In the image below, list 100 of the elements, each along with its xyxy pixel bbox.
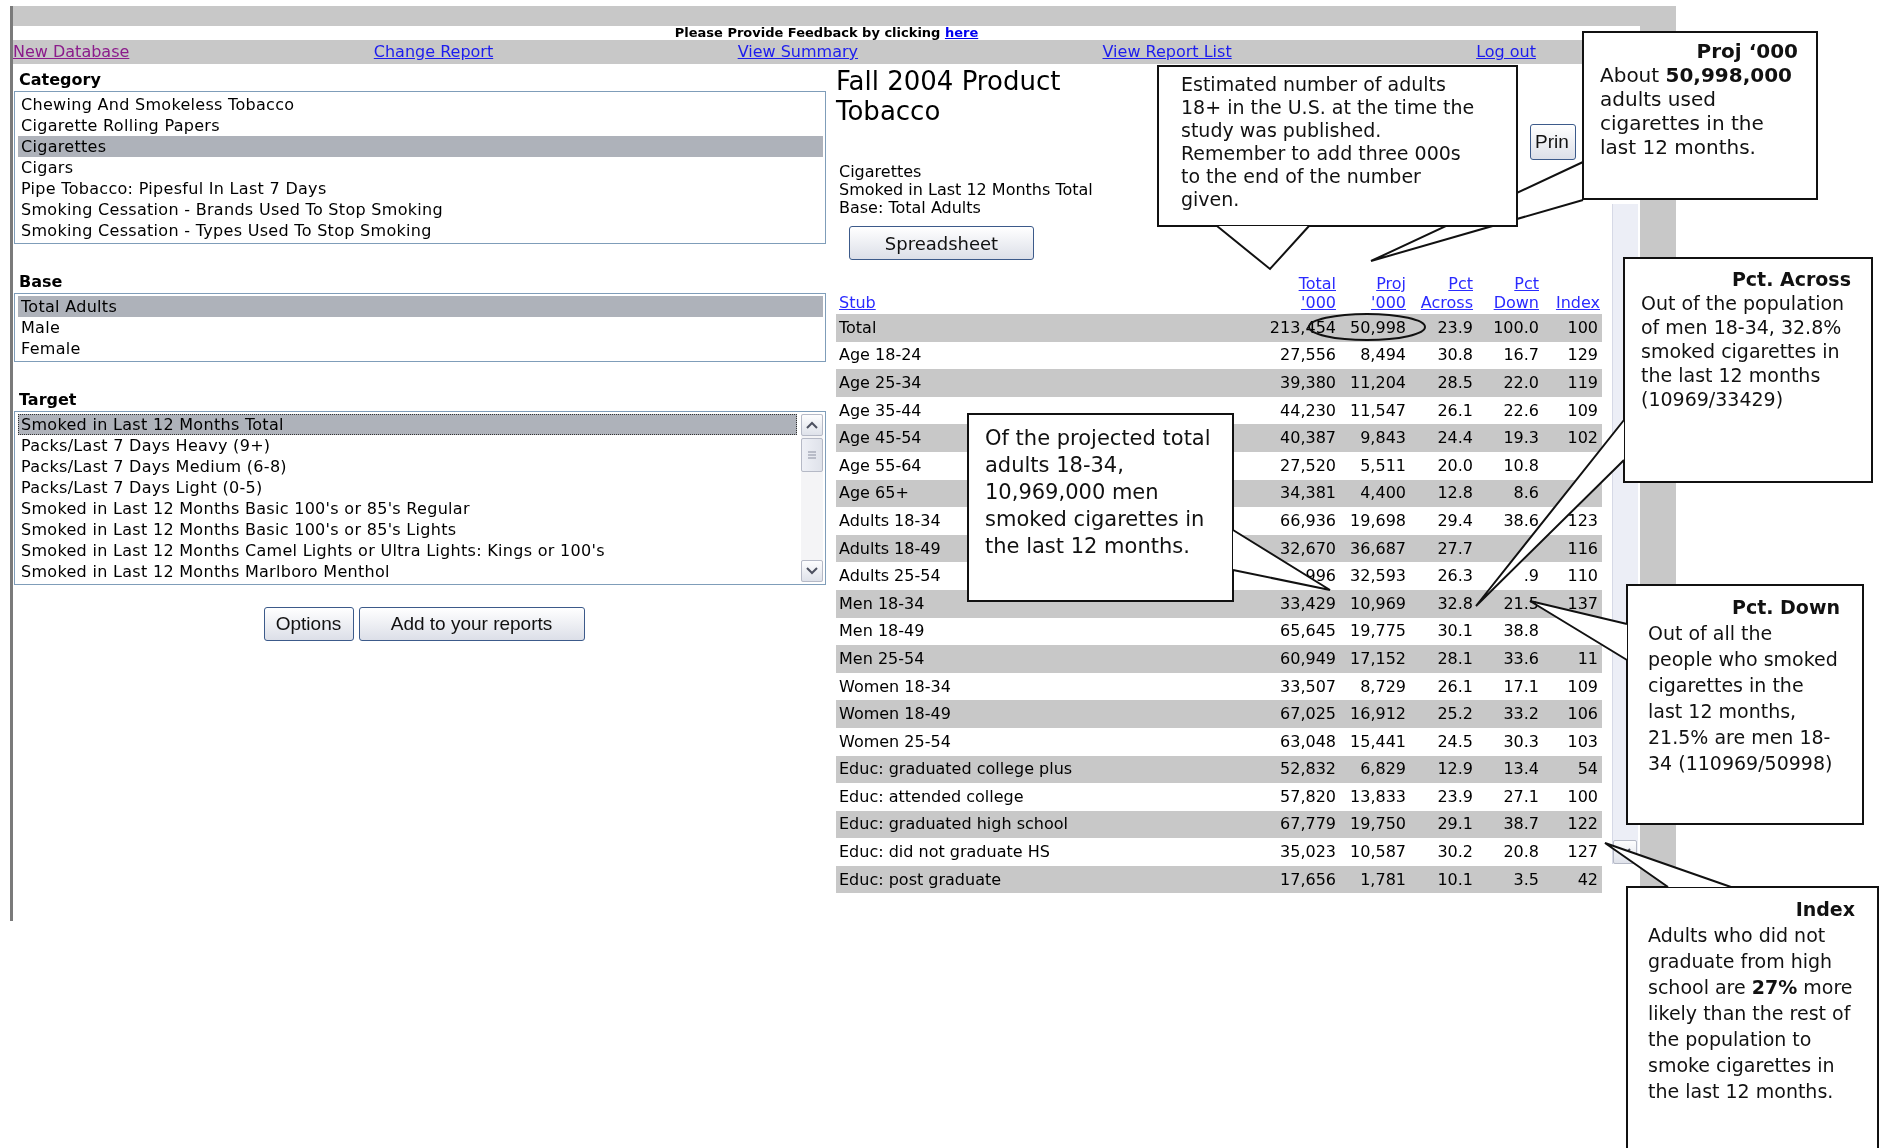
list-option[interactable]: Female xyxy=(18,338,823,359)
spreadsheet-button[interactable]: Spreadsheet xyxy=(849,226,1034,260)
list-option[interactable]: Pipe Tobacco: Pipesful In Last 7 Days xyxy=(18,178,823,199)
list-box[interactable] xyxy=(14,91,826,244)
table-cell: Men 18-49 xyxy=(839,621,925,641)
table-cell: 17,656 xyxy=(1280,869,1336,889)
table-cell: 42 xyxy=(1577,869,1598,889)
table-cell: Age 18-24 xyxy=(839,345,922,365)
grip-icon xyxy=(807,450,817,460)
table-cell: 33.6 xyxy=(1503,648,1539,668)
table-cell: 19,775 xyxy=(1350,621,1406,641)
print-button[interactable]: Prin xyxy=(1530,124,1576,160)
list-option[interactable]: Cigars xyxy=(18,157,823,178)
table-cell: Educ: attended college xyxy=(839,786,1024,806)
column-header-link[interactable]: Total '000 xyxy=(1298,274,1336,312)
add-button[interactable]: Add to your reports xyxy=(358,607,585,641)
table-cell: 25.2 xyxy=(1437,704,1473,724)
table-cell: 60,949 xyxy=(1280,648,1336,668)
column-header-link[interactable]: Pct Down xyxy=(1493,274,1539,312)
list-option[interactable]: Packs/Last 7 Days Medium (6-8) xyxy=(18,456,797,477)
table-cell: 22.6 xyxy=(1503,400,1539,420)
list-option[interactable]: Smoking Cessation - Types Used To Stop Smoking xyxy=(18,220,823,241)
list-box[interactable] xyxy=(14,411,826,585)
table-cell: 63,048 xyxy=(1280,731,1336,751)
table-cell: 12.8 xyxy=(1437,483,1473,503)
table-cell: 26.3 xyxy=(1437,566,1473,586)
table-cell: 15,441 xyxy=(1350,731,1406,751)
nav-link[interactable]: New Database xyxy=(13,40,130,64)
callout-text: Adults who did not graduate from high school are 27% more likely than the rest of the population to smoke cigarettes in the last 12 months. xyxy=(1648,923,1854,1104)
options-button[interactable]: Options xyxy=(263,607,354,641)
table-cell: 129 xyxy=(1567,345,1598,365)
table-cell: 9,843 xyxy=(1360,428,1406,448)
list-option[interactable]: Smoked in Last 12 Months Basic 100's or 85's Lights xyxy=(18,519,797,540)
nav-link[interactable]: View Summary xyxy=(737,40,859,64)
table-cell: 67,025 xyxy=(1280,704,1336,724)
table-cell: 13.4 xyxy=(1503,759,1539,779)
table-cell: 30.2 xyxy=(1437,842,1473,862)
table-cell: 103 xyxy=(1567,731,1598,751)
list-option[interactable]: Total Adults xyxy=(18,296,823,317)
feedback-link[interactable]: here xyxy=(944,25,979,40)
list-option[interactable]: Packs/Last 7 Days Light (0-5) xyxy=(18,477,797,498)
list-option[interactable]: Smoked in Last 12 Months Basic 100's or 85's Regular xyxy=(18,498,797,519)
table-cell: 36,687 xyxy=(1350,538,1406,558)
list-option[interactable]: Cigarettes xyxy=(18,136,823,157)
table-cell: 38.7 xyxy=(1503,814,1539,834)
list-option[interactable]: Packs/Last 7 Days Heavy (9+) xyxy=(18,435,797,456)
table-cell: 23.9 xyxy=(1437,786,1473,806)
table-cell: 13,833 xyxy=(1350,786,1406,806)
nav-link[interactable]: View Report List xyxy=(1102,40,1232,64)
column-header-link[interactable]: Stub xyxy=(839,293,876,312)
table-cell: Age 25-34 xyxy=(839,373,922,392)
table-cell: Adults 25-54 xyxy=(839,566,941,586)
table-cell: 137 xyxy=(1567,593,1598,613)
table-cell: 27,520 xyxy=(1280,455,1336,475)
table-cell: 26.1 xyxy=(1437,676,1473,696)
table-cell: 29.4 xyxy=(1437,510,1473,530)
scroll-down-button[interactable] xyxy=(801,560,823,582)
report-subtitle: Cigarettes xyxy=(839,163,922,181)
table-cell: 26.1 xyxy=(1437,400,1473,420)
scroll-up-button[interactable] xyxy=(801,414,823,436)
nav-link[interactable]: Change Report xyxy=(373,40,494,64)
table-cell: 116 xyxy=(1567,538,1598,558)
list-option[interactable]: Male xyxy=(18,317,823,338)
table-cell: Women 18-49 xyxy=(839,704,951,724)
callout-heading: Pct. Across xyxy=(1731,267,1851,291)
column-header-link[interactable]: Proj '000 xyxy=(1371,274,1406,312)
table-cell: 33.2 xyxy=(1503,704,1539,724)
table-cell: 28.1 xyxy=(1437,648,1473,668)
table-cell: 102 xyxy=(1567,428,1598,448)
column-header-link[interactable]: Index xyxy=(1555,293,1600,312)
list-option[interactable]: Smoked in Last 12 Months Marlboro Menthol xyxy=(18,561,797,582)
table-cell: 17.1 xyxy=(1503,676,1539,696)
list-option[interactable]: Smoking Cessation - Brands Used To Stop Smoking xyxy=(18,199,823,220)
list-option[interactable]: Cigarette Rolling Papers xyxy=(18,115,823,136)
table-cell: 11 xyxy=(1577,648,1598,668)
column-header-link[interactable]: Pct Across xyxy=(1420,274,1473,312)
table-cell: 30.8 xyxy=(1437,345,1473,365)
table-cell: 30.1 xyxy=(1437,621,1473,641)
scroll-thumb[interactable] xyxy=(801,438,823,472)
table-cell: 38.8 xyxy=(1503,621,1539,641)
callout-heading: Proj ‘000 xyxy=(1696,39,1798,63)
list-option[interactable]: Smoked in Last 12 Months Total xyxy=(18,414,797,435)
table-cell: Adults 18-49 xyxy=(839,538,941,558)
table-cell: 22.0 xyxy=(1503,373,1539,392)
list-option[interactable]: Smoked in Last 12 Months Camel Lights or Ultra Lights: Kings or 100's xyxy=(18,540,797,561)
table-cell: 27.7 xyxy=(1437,538,1473,558)
list-option[interactable]: Chewing And Smokeless Tobacco xyxy=(18,94,823,115)
table-cell: 11,547 xyxy=(1350,400,1406,420)
table-cell: 1,781 xyxy=(1360,869,1406,889)
chevron-down-icon xyxy=(806,567,818,575)
nav-link[interactable]: Log out xyxy=(1476,40,1536,64)
table-cell: 52,832 xyxy=(1280,759,1336,779)
table-cell: Total xyxy=(839,317,877,337)
table-cell: 8,494 xyxy=(1360,345,1406,365)
table-cell: 109 xyxy=(1567,400,1598,420)
table-cell: 32,670 xyxy=(1280,538,1336,558)
table-cell: 32.8 xyxy=(1437,593,1473,613)
table-cell: 19.3 xyxy=(1503,428,1539,448)
list-box[interactable]: Total Adults Male Female xyxy=(14,293,826,362)
table-cell: 16,912 xyxy=(1350,704,1406,724)
